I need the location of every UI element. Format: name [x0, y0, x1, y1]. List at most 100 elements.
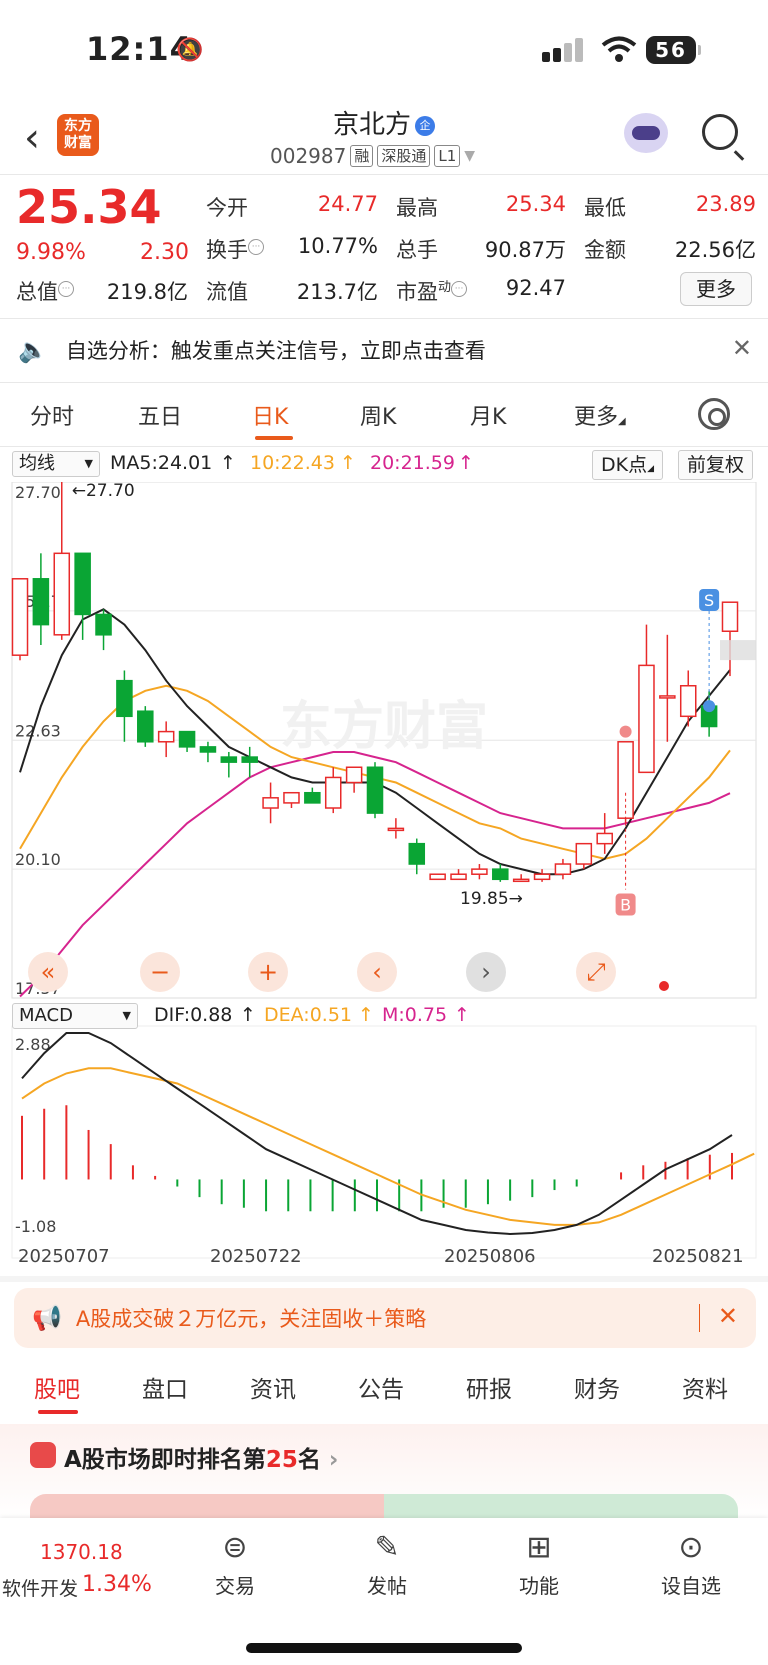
x-tick-label: 20250821 — [652, 1246, 744, 1267]
prev-icon: ‹ — [372, 958, 382, 986]
ma20-arrow-icon: ↑ — [458, 452, 474, 474]
close-icon[interactable]: ✕ — [732, 334, 752, 362]
fast-back-icon: « — [41, 958, 56, 986]
promo-banner[interactable]: 📢 A股成交破２万亿元，关注固收＋策略 ✕ — [14, 1288, 756, 1348]
kline-chart[interactable]: 27.7025.1722.6320.1017.57东方财富←27.7019.85… — [0, 482, 768, 1272]
divider — [0, 382, 768, 383]
tab-weekly-k[interactable]: 周K — [360, 399, 396, 431]
y-tick-label: 22.63 — [15, 721, 61, 740]
divider — [0, 318, 768, 319]
ai-assistant-icon[interactable] — [624, 113, 668, 153]
bar-chart-icon — [30, 1442, 56, 1468]
open-value: 24.77 — [317, 192, 378, 216]
divider — [0, 446, 768, 447]
divider — [0, 174, 768, 175]
caret-down-icon[interactable]: ▼ — [464, 148, 475, 164]
float-cap-value: 213.7亿 — [296, 280, 378, 304]
candle-up — [659, 695, 676, 699]
next-icon: › — [481, 958, 491, 986]
megaphone-icon: 📢 — [32, 1304, 62, 1332]
nav-add-watchlist[interactable]: ⊙ 设自选 — [646, 1528, 736, 1599]
battery-indicator: 56 — [646, 36, 701, 64]
candle-down — [137, 710, 154, 743]
low-value: 23.89 — [695, 192, 756, 216]
index-value[interactable]: 1370.18 — [40, 1540, 123, 1564]
tab-profile[interactable]: 资料 — [682, 1370, 728, 1404]
search-icon[interactable] — [702, 114, 738, 150]
info-icon[interactable]: ··· — [58, 281, 74, 297]
info-tabs: 股吧 盘口 资讯 公告 研报 财务 资料 — [0, 1350, 768, 1420]
nav-trade[interactable]: ⊜ 交易 — [190, 1528, 280, 1599]
active-tab-indicator — [38, 1410, 78, 1414]
dk-point-button[interactable]: DK点◢ — [592, 450, 664, 480]
buy-signal-label: B — [620, 896, 631, 915]
macd-bar: MACD ▼ DIF:0.88 ↑ DEA:0.51 ↑ M:0.75 ↑ — [0, 1000, 768, 1034]
candle-up — [450, 873, 467, 881]
adjust-button[interactable]: 前复权 — [678, 450, 754, 480]
dea-value: DEA:0.51 — [264, 1004, 353, 1026]
candle-up — [262, 797, 279, 809]
tab-more[interactable]: 更多◢ — [574, 399, 626, 431]
live-dot — [659, 981, 669, 991]
tab-daily-k[interactable]: 日K — [252, 399, 288, 431]
tab-research[interactable]: 研报 — [466, 1370, 512, 1404]
tab-news[interactable]: 资讯 — [250, 1370, 296, 1404]
ma5-value: MA5:24.01 — [110, 452, 213, 474]
candle-down — [32, 578, 50, 626]
more-button[interactable]: 更多 — [680, 272, 752, 306]
bell-slash-icon: 🔕 — [176, 38, 204, 63]
nav-functions[interactable]: ⊞ 功能 — [494, 1528, 584, 1599]
ma20-value: 20:21.59 — [370, 452, 455, 474]
candle-up — [387, 827, 405, 832]
info-icon[interactable]: ··· — [451, 281, 468, 297]
ma10-arrow-icon: ↑ — [340, 452, 356, 474]
tab-monthly-k[interactable]: 月K — [470, 399, 506, 431]
tab-finance[interactable]: 财务 — [574, 1370, 620, 1404]
notice-text: 自选分析：触发重点关注信号，立即点击查看 — [65, 339, 486, 363]
market-cap-value: 219.8亿 — [106, 280, 188, 304]
gear-icon[interactable] — [698, 398, 730, 430]
candle-down — [74, 552, 91, 616]
notice-bar[interactable]: 🔈 自选分析：触发重点关注信号，立即点击查看 ✕ — [0, 322, 768, 378]
tab-announcements[interactable]: 公告 — [358, 1370, 404, 1404]
macd-dea-line — [21, 1067, 755, 1226]
expand-icon: ⤢ — [586, 958, 605, 986]
open-label: 今开 — [206, 196, 248, 220]
candle-up — [638, 664, 655, 774]
info-icon[interactable]: ··· — [248, 239, 264, 255]
candle-down — [241, 756, 258, 763]
turnover-value: 10.77% — [297, 234, 378, 258]
tab-guba[interactable]: 股吧 — [34, 1370, 80, 1404]
sell-dot — [703, 700, 716, 713]
tab-five-day[interactable]: 五日 — [138, 399, 182, 431]
tab-pankou[interactable]: 盘口 — [142, 1370, 188, 1404]
enterprise-badge: 企 — [415, 116, 435, 136]
zoom-out-icon: − — [150, 958, 170, 986]
indicator-select[interactable]: 均线 ▼ — [12, 451, 100, 477]
candle-up — [554, 863, 572, 875]
close-icon[interactable]: ✕ — [718, 1302, 738, 1330]
amount-value: 22.56亿 — [674, 238, 756, 262]
speaker-icon: 🔈 — [18, 336, 48, 364]
index-percent[interactable]: 1.34% — [82, 1572, 152, 1597]
candle-up — [283, 791, 300, 804]
rank-text: A股市场即时排名第25名 › — [64, 1447, 339, 1473]
candle-up — [575, 842, 593, 865]
candle-up — [11, 578, 29, 656]
yen-icon: ⊜ — [222, 1530, 248, 1565]
index-name[interactable]: 软件开发 — [2, 1574, 78, 1601]
tab-timeshare[interactable]: 分时 — [30, 399, 74, 431]
candle-down — [95, 613, 112, 636]
low-label: 最低 — [584, 196, 626, 220]
divider — [699, 1304, 700, 1332]
home-indicator — [246, 1643, 522, 1653]
rank-card[interactable]: A股市场即时排名第25名 › — [0, 1424, 768, 1524]
nav-post[interactable]: ✎ 发帖 — [342, 1528, 432, 1599]
macd-select[interactable]: MACD ▼ — [12, 1003, 138, 1029]
candle-up — [512, 878, 530, 883]
candle-up — [533, 873, 551, 881]
candle-down — [408, 842, 426, 865]
active-tab-indicator — [255, 436, 293, 440]
candle-up — [324, 776, 342, 809]
tag-connect: 深股通 — [377, 145, 431, 167]
